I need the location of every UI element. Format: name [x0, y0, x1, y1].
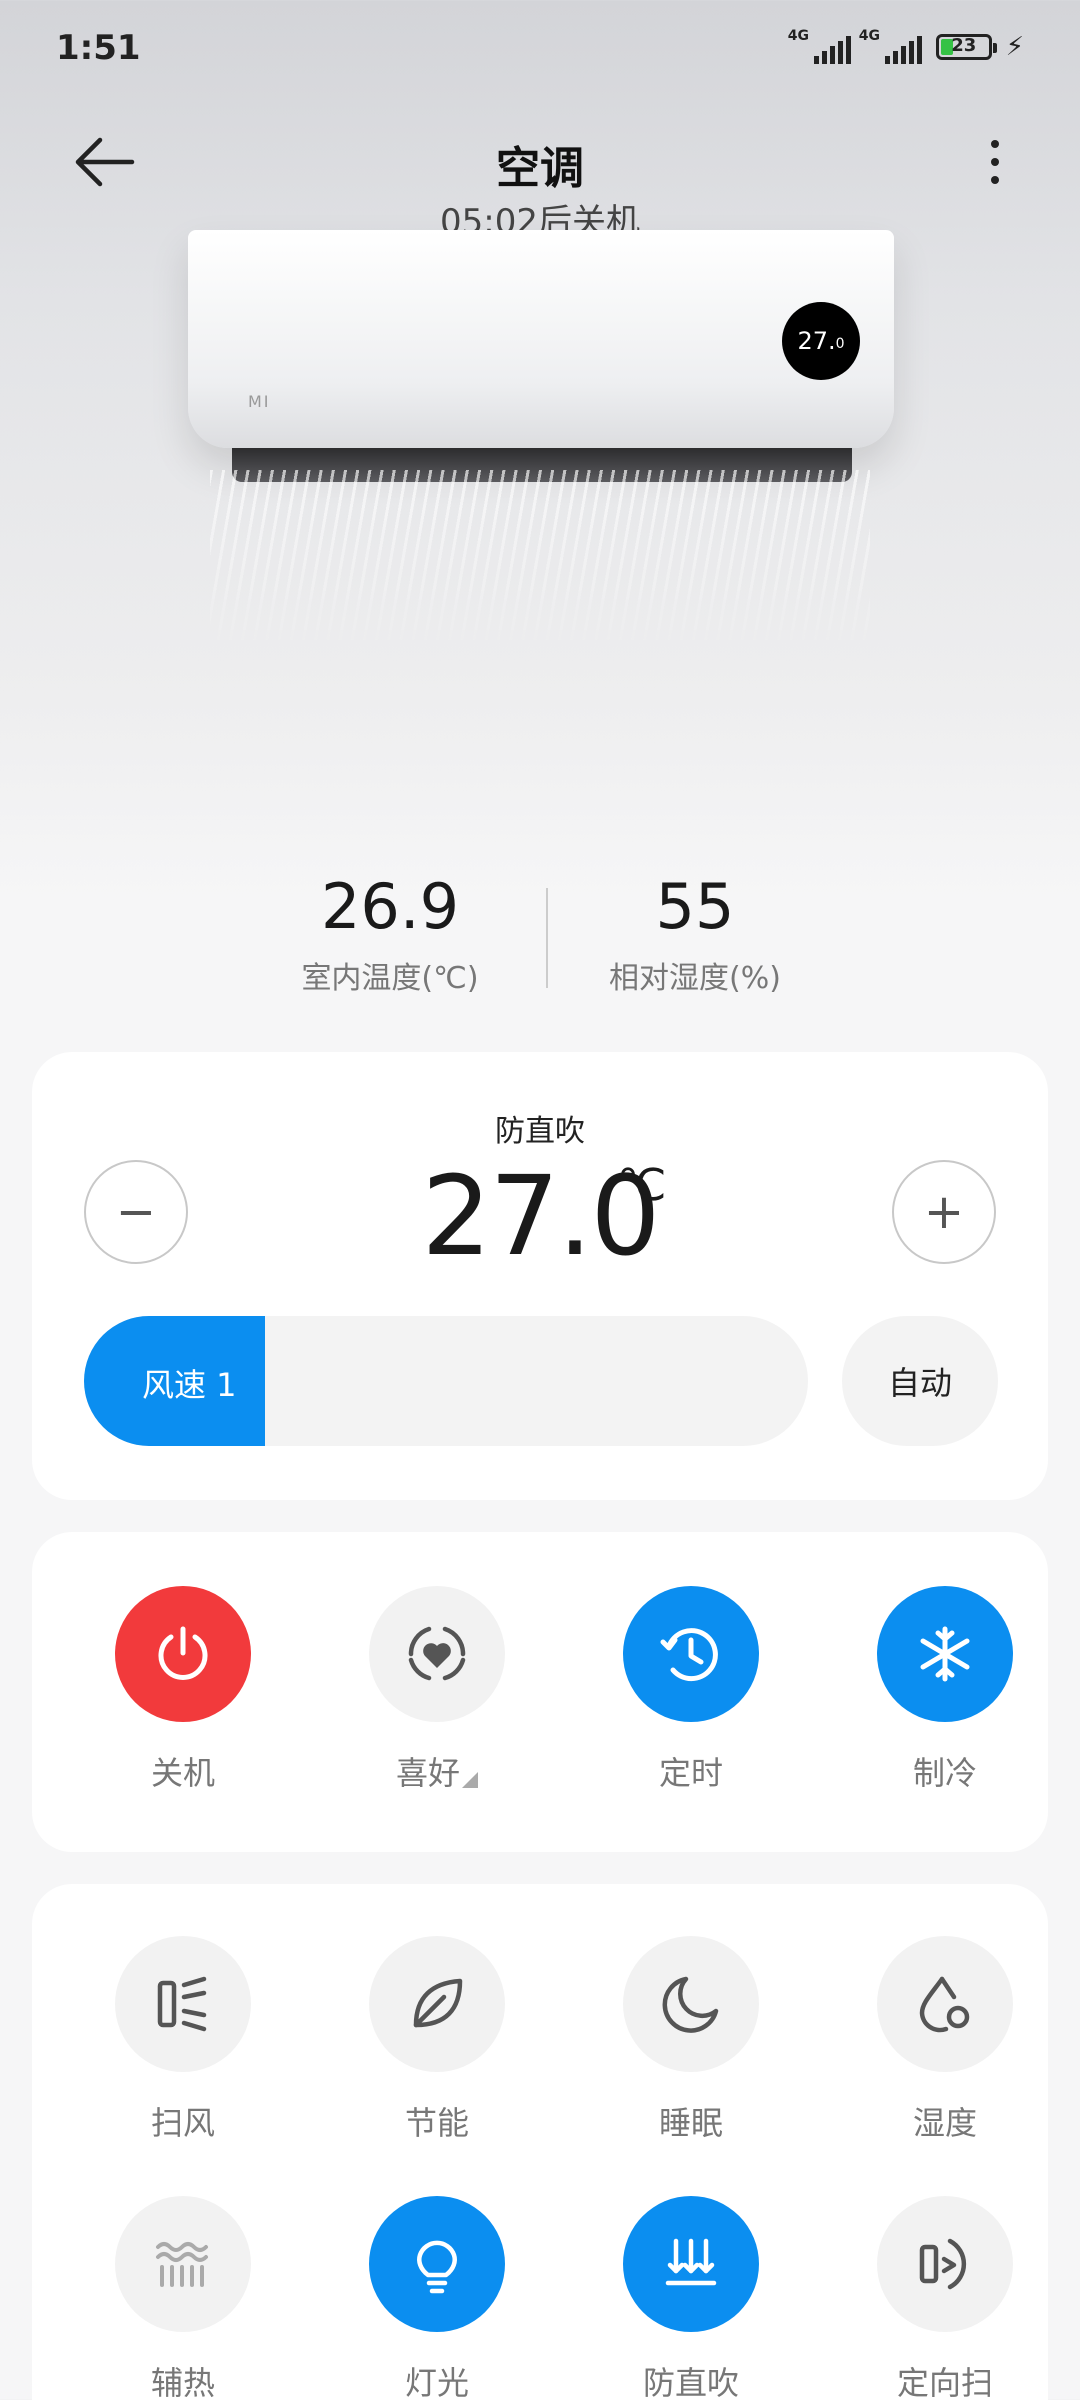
- ac-unit-illustration: MI 27. 0: [188, 230, 894, 482]
- auto-fan-button[interactable]: 自动: [842, 1316, 998, 1446]
- humidity-button[interactable]: 湿度: [845, 1936, 1045, 2144]
- brand-logo: MI: [248, 392, 271, 411]
- moon-icon: [662, 1976, 719, 2033]
- power-icon: [158, 1626, 208, 1680]
- modes-card: 扫风 节能 睡眠 湿度 辅热 灯光 防直吹 定向扫: [32, 1884, 1048, 2400]
- directional-swing-button[interactable]: 定向扫: [845, 2196, 1045, 2400]
- current-mode-label: 防直吹: [495, 1114, 585, 1149]
- snowflake-icon: [920, 1626, 970, 1682]
- more-menu-button[interactable]: [970, 132, 1020, 192]
- plus-icon: +: [923, 1184, 965, 1240]
- directional-swing-icon: [919, 2238, 967, 2290]
- airflow-graphic: [210, 470, 870, 650]
- bulb-icon: [417, 2240, 457, 2294]
- relative-humidity: 55 相对湿度(%): [609, 870, 781, 996]
- timer-button[interactable]: 定时: [591, 1586, 791, 1794]
- fan-speed-slider[interactable]: 风速 1: [84, 1316, 808, 1446]
- charging-icon: ⚡: [1005, 32, 1024, 62]
- temperature-unit: ℃: [617, 1160, 667, 1211]
- environment-readings: 26.9 室内温度(℃) 55 相对湿度(%): [0, 870, 1080, 1000]
- more-icon: [991, 140, 999, 148]
- light-button[interactable]: 灯光: [337, 2196, 537, 2400]
- anti-direct-blow-button[interactable]: 防直吹: [591, 2196, 791, 2400]
- fan-speed-label: 风速 1: [142, 1366, 237, 1404]
- leaf-icon: [413, 1978, 463, 2028]
- expand-corner-icon: [462, 1772, 478, 1788]
- signal-icon: 4G: [788, 28, 851, 64]
- page-title: 空调: [496, 143, 584, 194]
- swing-icon: [157, 1976, 207, 2032]
- increase-temp-button[interactable]: +: [892, 1160, 996, 1264]
- fan-speed-fill: 风速 1: [84, 1316, 265, 1446]
- power-off-button[interactable]: 关机: [83, 1586, 283, 1794]
- favorite-button[interactable]: 喜好: [337, 1586, 537, 1794]
- cooling-mode-button[interactable]: 制冷: [845, 1586, 1045, 1794]
- timer-icon: [660, 1628, 718, 1682]
- ac-display: 27. 0: [782, 302, 860, 380]
- signal-icon: 4G: [859, 28, 922, 64]
- droplet-icon: [919, 1976, 970, 2033]
- sleep-button[interactable]: 睡眠: [591, 1936, 791, 2144]
- quick-actions-card: 关机 喜好 定时 制冷: [32, 1532, 1048, 1852]
- status-icons: 4G 4G 23 ⚡: [788, 28, 1024, 64]
- aux-heat-button[interactable]: 辅热: [83, 2196, 283, 2400]
- heat-icon: [156, 2242, 208, 2287]
- anti-direct-icon: [665, 2238, 717, 2286]
- status-bar: 1:51 4G 4G 23 ⚡: [0, 0, 1080, 100]
- status-time: 1:51: [56, 28, 141, 68]
- energy-saving-button[interactable]: 节能: [337, 1936, 537, 2144]
- temperature-card: 防直吹 − 27.0 ℃ + 风速 1 自动: [32, 1052, 1048, 1500]
- favorite-icon: [408, 1626, 466, 1681]
- battery-icon: 23: [935, 34, 997, 60]
- swing-button[interactable]: 扫风: [83, 1936, 283, 2144]
